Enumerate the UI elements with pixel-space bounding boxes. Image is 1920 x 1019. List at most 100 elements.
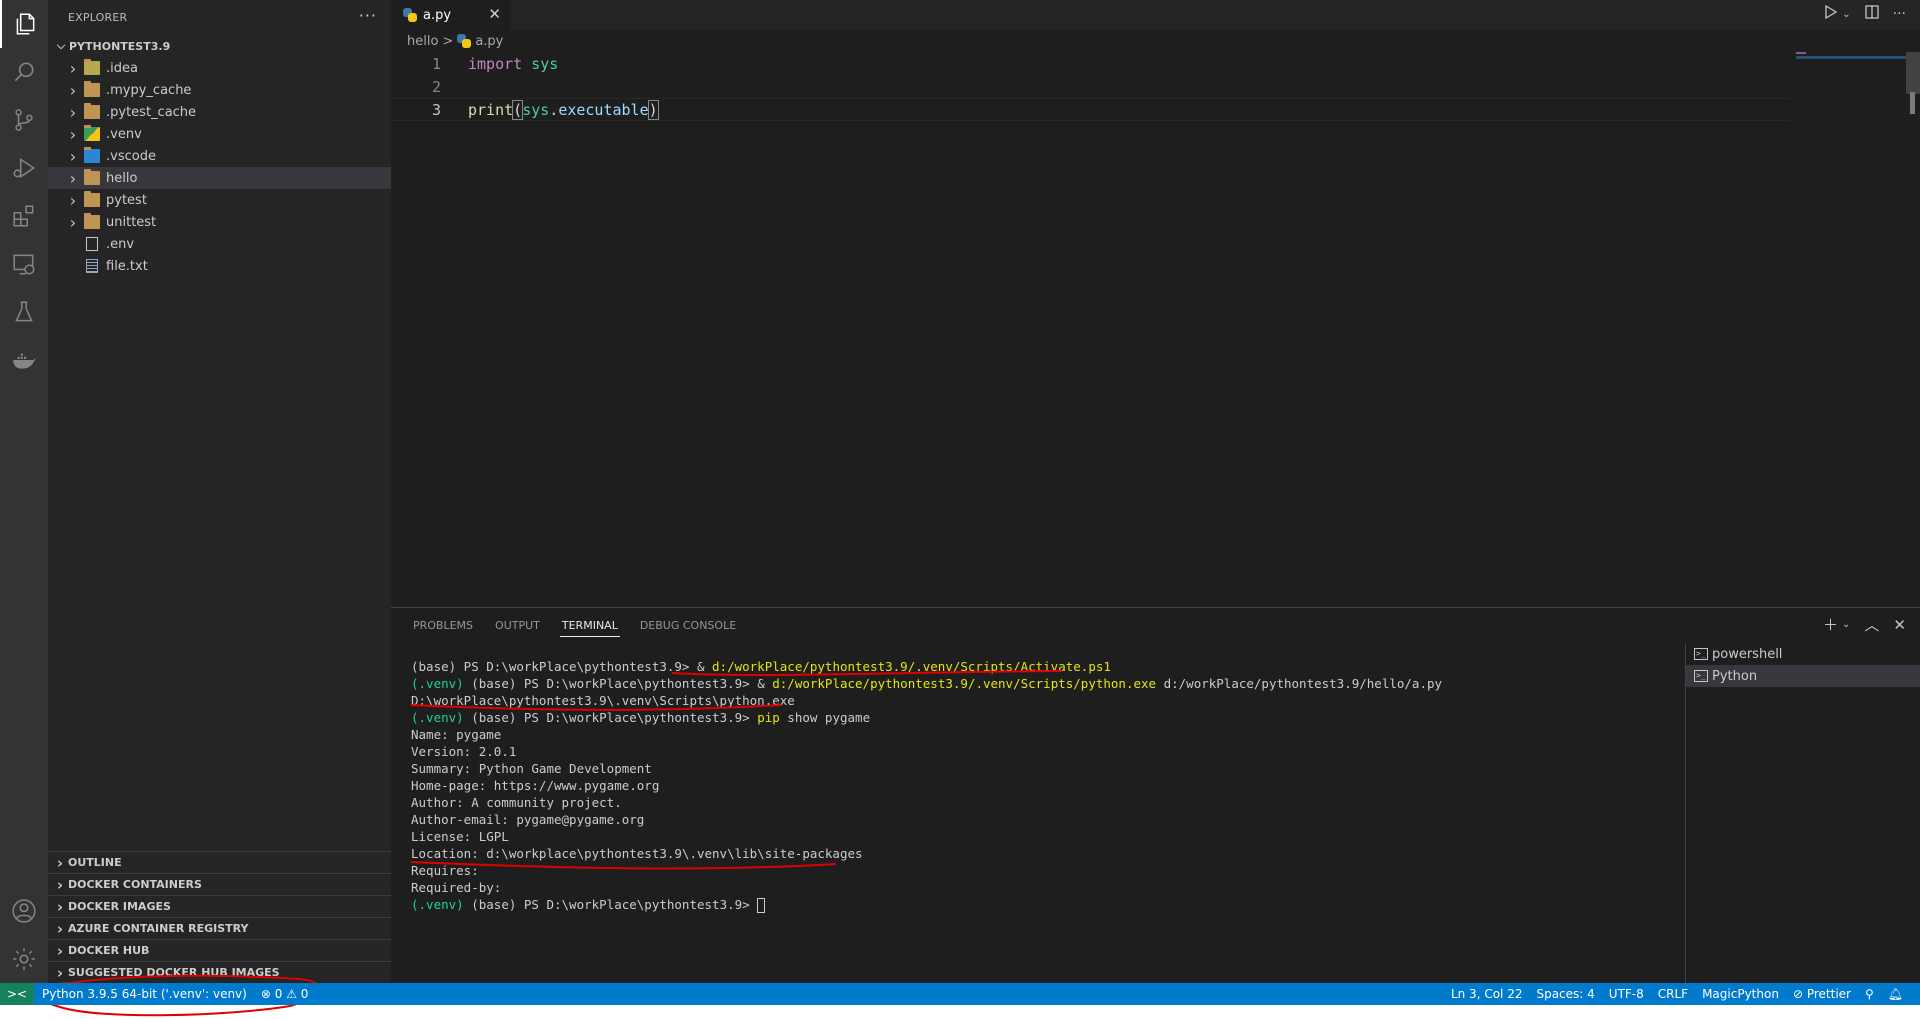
encoding[interactable]: UTF-8 [1602,983,1651,1005]
more-icon[interactable]: ··· [1893,6,1906,22]
chevron-right-icon: › [56,853,64,872]
prettier-status[interactable]: ⊘ Prettier [1786,983,1858,1005]
tree-item[interactable]: .env [48,233,391,255]
terminal-text: pip [757,710,780,725]
explorer-header: EXPLORER ··· [48,0,391,35]
code-line[interactable]: 1 import sys [391,52,1791,75]
remote-indicator[interactable]: >< [0,983,34,1005]
terminal-label: powershell [1712,646,1783,662]
folder-icon [84,213,100,229]
indentation[interactable]: Spaces: 4 [1529,983,1601,1005]
close-panel-icon[interactable]: ✕ [1893,616,1906,634]
tree-item[interactable]: › pytest [48,189,391,211]
workspace-root[interactable]: ⌵ PYTHONTEST3.9 [48,35,391,57]
panel-tab-debug-console[interactable]: DEBUG CONSOLE [640,608,736,643]
terminal-output[interactable]: (base) PS D:\workPlace\pythontest3.9> & … [411,658,1442,913]
terminal-line: Required-by: [411,879,1442,896]
tree-item[interactable]: › .venv [48,123,391,145]
run-icon[interactable] [1824,4,1838,24]
terminal-line: Home-page: https://www.pygame.org [411,777,1442,794]
sidebar-sections: › OUTLINE › DOCKER CONTAINERS › DOCKER IMAGES… [48,851,391,983]
sidebar-section[interactable]: › OUTLINE [48,851,391,873]
search-icon[interactable] [0,48,48,96]
code-token: print [468,100,514,119]
warning-icon: ⚠ [286,987,297,1001]
line-number: 3 [431,100,441,119]
chevron-right-icon: › [56,963,64,982]
notifications-bell-icon[interactable]: 🔔︎ [1881,983,1910,1005]
error-count: 0 [274,987,283,1001]
extensions-icon[interactable] [0,192,48,240]
tree-item[interactable]: file.txt [48,255,391,277]
code-editor[interactable]: 1 import sys 2 3 print(sys.executable) [391,52,1791,121]
terminal-text: (base) PS D:\workPlace\pythontest3.9> & [411,659,713,674]
terminal-text: (base) PS D:\workPlace\pythontest3.9> [471,710,758,725]
new-terminal-icon[interactable]: ＋ [1823,614,1838,635]
code-token: ) [647,99,659,120]
minimap[interactable] [1796,52,1908,82]
run-debug-icon[interactable] [0,144,48,192]
panel-tab-terminal[interactable]: TERMINAL [559,608,620,643]
line-number: 1 [431,54,441,73]
breadcrumb-file[interactable]: a.py [475,34,503,49]
testing-icon[interactable] [0,288,48,336]
feedback-icon[interactable]: ⚲ [1858,983,1881,1005]
end-of-line[interactable]: CRLF [1651,983,1695,1005]
tree-item[interactable]: › unittest [48,211,391,233]
close-tab-icon[interactable]: ✕ [488,5,501,23]
section-label: DOCKER HUB [68,944,150,957]
tab-a-py[interactable]: a.py ✕ [391,0,511,30]
breadcrumb-folder[interactable]: hello [407,34,438,49]
sidebar-section[interactable]: › DOCKER CONTAINERS [48,873,391,895]
terminal-list: >_ powershell >_ Python [1685,643,1920,983]
docker-icon[interactable] [0,336,48,384]
terminal-line: License: LGPL [411,828,1442,845]
section-label: SUGGESTED DOCKER HUB IMAGES [68,966,280,979]
language-mode[interactable]: MagicPython [1695,983,1786,1005]
tab-label: a.py [423,7,452,23]
terminal-instance[interactable]: >_ powershell [1686,643,1920,665]
sidebar-section[interactable]: › AZURE CONTAINER REGISTRY [48,917,391,939]
tree-item[interactable]: › .idea [48,57,391,79]
more-actions-icon[interactable]: ··· [359,6,377,25]
split-editor-icon[interactable] [1864,5,1879,23]
panel-tab-problems[interactable]: PROBLEMS [413,608,473,643]
editor-scrollbar[interactable] [1906,52,1920,607]
sidebar-section[interactable]: › DOCKER IMAGES [48,895,391,917]
text-file-icon [86,259,98,273]
code-line[interactable]: 3 print(sys.executable) [391,98,1791,121]
manage-gear-icon[interactable] [0,935,48,983]
problems-indicator[interactable]: ⊗ 0 ⚠ 0 [254,983,316,1005]
terminal-label: Python [1712,668,1758,684]
terminal-instance[interactable]: >_ Python [1686,665,1920,687]
terminal-line: (.venv) (base) PS D:\workPlace\pythontes… [411,675,1442,692]
source-control-icon[interactable] [0,96,48,144]
remote-explorer-icon[interactable] [0,240,48,288]
python-interpreter[interactable]: Python 3.9.5 64-bit ('.venv': venv) [34,983,254,1005]
chevron-down-icon[interactable]: ⌄ [1842,619,1850,630]
tree-item[interactable]: › .vscode [48,145,391,167]
panel-actions: ＋ ⌄ ︿ ✕ [1823,614,1906,635]
status-bar: >< Python 3.9.5 64-bit ('.venv': venv) ⊗… [0,983,1920,1005]
tree-item[interactable]: › hello [48,167,391,189]
chevron-right-icon: › [69,102,77,122]
tree-item[interactable]: › .mypy_cache [48,79,391,101]
chevron-down-icon[interactable]: ⌄ [1842,9,1850,20]
panel-tab-output[interactable]: OUTPUT [495,608,540,643]
terminal-text: (base) PS D:\workPlace\pythontest3.9> & [471,676,773,691]
cursor-position[interactable]: Ln 3, Col 22 [1444,983,1530,1005]
accounts-icon[interactable] [0,887,48,935]
code-token: import [468,54,523,73]
line-source: print(sys.executable) [468,99,659,120]
maximize-panel-icon[interactable]: ︿ [1864,614,1879,635]
sidebar-section[interactable]: › DOCKER HUB [48,939,391,961]
explorer-icon[interactable] [0,0,48,48]
tree-item-label: .venv [106,126,142,142]
interpreter-label: Python 3.9.5 64-bit ('.venv': venv) [42,987,247,1001]
scrollbar-thumb[interactable] [1910,92,1915,114]
sidebar-section[interactable]: › SUGGESTED DOCKER HUB IMAGES [48,961,391,983]
chevron-right-icon: › [56,941,64,960]
code-line[interactable]: 2 [391,75,1791,98]
remote-icon: >< [6,987,28,1001]
tree-item[interactable]: › .pytest_cache [48,101,391,123]
